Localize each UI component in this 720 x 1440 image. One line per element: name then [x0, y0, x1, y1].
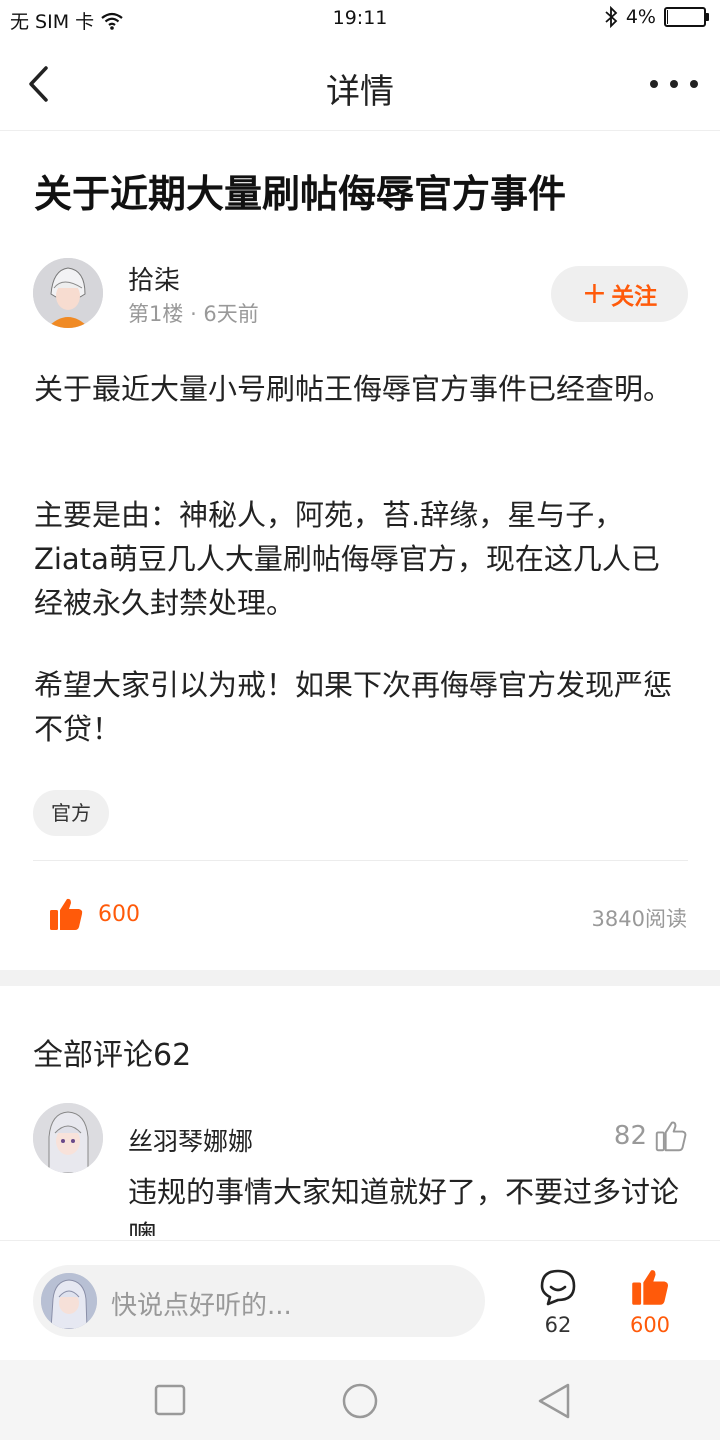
post-like-button[interactable]: 600 [48, 896, 140, 932]
section-separator [0, 970, 720, 986]
page-title: 详情 [326, 72, 394, 112]
comment-text: 违规的事情大家知道就好了，不要过多讨论噢 [128, 1175, 680, 1236]
battery-icon [664, 7, 709, 27]
comment-like-count: 82 [613, 1121, 647, 1151]
square-icon [154, 1384, 186, 1416]
bottom-action-bar: 快说点好听的... 62 600 [0, 1240, 720, 1361]
thumbs-up-icon [655, 1121, 687, 1152]
avatar-image [33, 1103, 103, 1173]
post-paragraph: 主要是由：神秘人，阿苑，苔.辞缘，星与子，Ziata萌豆几人大量刷帖侮辱官方，现… [34, 498, 660, 620]
nav-bar: 详情 [0, 38, 720, 131]
follow-button[interactable]: + 关注 [551, 266, 688, 322]
thumbs-up-icon [632, 1270, 668, 1305]
avatar-image [33, 258, 103, 328]
battery-fill [667, 10, 668, 24]
post-like-count: 600 [98, 901, 140, 927]
like-count: 600 [629, 1313, 671, 1337]
status-bar: 无 SIM 卡 19:11 4% [0, 0, 720, 38]
system-nav-bar [0, 1360, 720, 1440]
time-ago: 6天前 [203, 302, 259, 326]
more-icon-dot [650, 80, 658, 88]
battery-percent: 4% [625, 6, 656, 28]
status-right: 4% [604, 6, 709, 28]
post-tag[interactable]: 官方 [33, 790, 109, 836]
bluetooth-icon [605, 6, 618, 28]
avatar-image [41, 1273, 97, 1329]
divider [33, 860, 688, 861]
comment-icon [540, 1269, 576, 1306]
comment-like-button[interactable]: 82 [614, 1120, 687, 1152]
like-button[interactable]: 600 [620, 1267, 680, 1337]
plus-icon: + [581, 276, 608, 311]
post-meta: 第1楼 · 6天前 [128, 298, 259, 328]
my-avatar [41, 1273, 97, 1329]
commenter-name[interactable]: 丝羽琴娜娜 [128, 1122, 253, 1158]
comment-input[interactable]: 快说点好听的... [33, 1265, 485, 1337]
comment-count: 62 [544, 1313, 572, 1337]
author-name[interactable]: 拾柒 [128, 260, 180, 297]
post-paragraph: 关于最近大量小号刷帖王侮辱官方事件已经查明。 [34, 372, 673, 406]
comments-button[interactable]: 62 [530, 1267, 586, 1337]
post-title: 关于近期大量刷帖侮辱官方事件 [34, 172, 567, 216]
comments-heading: 全部评论62 [33, 1038, 192, 1073]
recent-apps-button[interactable] [154, 1384, 186, 1416]
home-button[interactable] [341, 1382, 379, 1420]
more-icon-dot [670, 80, 678, 88]
back-nav-button[interactable] [536, 1382, 572, 1420]
triangle-icon [538, 1383, 570, 1419]
floor-label: 第1楼 [128, 302, 184, 326]
more-icon-dot [690, 80, 698, 88]
read-count: 3840阅读 [591, 907, 687, 931]
commenter-avatar[interactable] [33, 1103, 103, 1173]
thumbs-up-icon [50, 898, 83, 930]
author-avatar[interactable] [33, 258, 103, 328]
comment-placeholder: 快说点好听的... [111, 1291, 292, 1321]
follow-label: 关注 [611, 284, 658, 310]
post-paragraph: 希望大家引以为戒！如果下次再侮辱官方发现严惩不贷！ [34, 668, 673, 746]
meta-dot: · [190, 302, 204, 326]
more-button[interactable] [650, 64, 698, 104]
circle-icon [342, 1383, 378, 1419]
